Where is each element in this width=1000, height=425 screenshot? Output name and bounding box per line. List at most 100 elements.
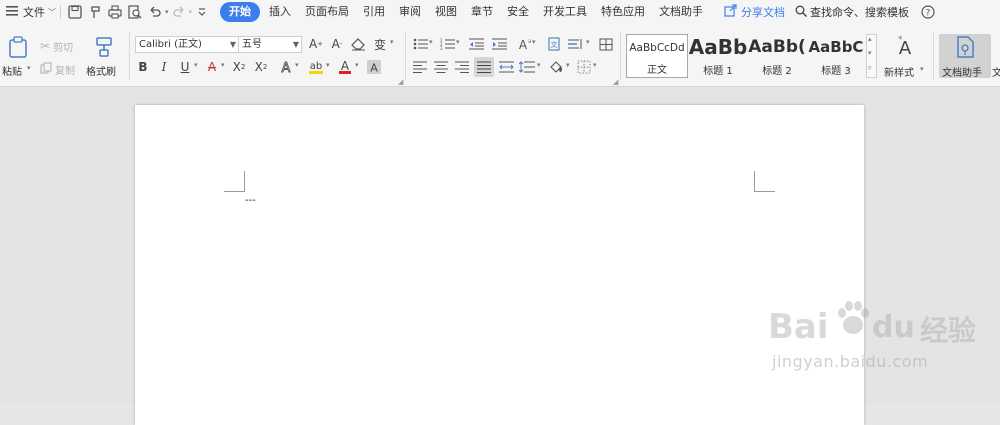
format-brush-icon[interactable] — [86, 3, 104, 21]
paragraph-spacing-icon[interactable] — [519, 59, 535, 75]
tab-page-layout[interactable]: 页面布局 — [298, 2, 356, 22]
chevron-down-icon[interactable]: ▾ — [221, 61, 225, 69]
chevron-down-icon[interactable]: ▾ — [194, 61, 198, 69]
svg-text:A: A — [282, 61, 291, 74]
font-color-icon[interactable]: A — [337, 59, 353, 75]
styles-scroll[interactable]: ▴ ▾ ▿ — [866, 34, 877, 78]
distribute-icon[interactable] — [498, 59, 514, 75]
undo-icon[interactable] — [146, 3, 164, 21]
chevron-down-icon: ﹀ — [48, 7, 56, 17]
bullet-list-icon[interactable] — [412, 36, 428, 52]
chevron-down-icon[interactable]: ▾ — [566, 61, 570, 69]
document-text[interactable]: --- — [245, 195, 256, 206]
font-dialog-launcher-icon[interactable]: ◢ — [398, 78, 403, 86]
style-heading-1[interactable]: AaBb 标题 1 — [688, 34, 748, 78]
style-heading-3[interactable]: AaBbC 标题 3 — [806, 34, 866, 78]
subscript-icon[interactable]: X2 — [253, 59, 269, 75]
save-icon[interactable] — [66, 3, 84, 21]
tab-chapter[interactable]: 章节 — [464, 2, 500, 22]
doc-helper-button[interactable]: 文档助手 — [939, 34, 991, 79]
command-search[interactable]: 查找命令、搜索模板 — [795, 4, 909, 20]
tab-special-apps[interactable]: 特色应用 — [594, 2, 652, 22]
cut-button[interactable]: ✂ 剪切 — [40, 38, 73, 54]
svg-text:A: A — [370, 62, 378, 75]
change-case-icon[interactable]: Aa — [515, 36, 531, 52]
italic-icon[interactable]: I — [156, 59, 172, 75]
more-styles-icon[interactable]: ▿ — [868, 64, 872, 72]
chevron-down-icon[interactable]: ▾ — [532, 38, 536, 46]
chevron-up-icon[interactable]: ▴ — [868, 35, 872, 43]
style-heading-2[interactable]: AaBb( 标题 2 — [748, 34, 806, 78]
chevron-down-icon[interactable]: ▾ — [390, 38, 394, 46]
chevron-down-icon[interactable]: ▾ — [586, 38, 590, 46]
bold-icon[interactable]: B — [135, 59, 151, 75]
copy-button[interactable]: 复制 — [40, 61, 75, 77]
chevron-down-icon[interactable]: ▾ — [868, 49, 872, 57]
grow-font-icon[interactable]: A + — [308, 36, 324, 52]
increase-indent-icon[interactable] — [491, 36, 507, 52]
redo-dropdown-icon[interactable]: ▾ — [189, 8, 193, 16]
decrease-indent-icon[interactable] — [468, 36, 484, 52]
tab-review[interactable]: 审阅 — [392, 2, 428, 22]
new-style-label: 新样式 — [884, 68, 914, 79]
chevron-down-icon[interactable]: ▾ — [593, 61, 597, 69]
customize-quick-access-icon[interactable] — [193, 3, 211, 21]
shrink-font-icon[interactable]: A- — [329, 36, 345, 52]
table-grid-icon[interactable] — [598, 36, 614, 52]
share-icon — [724, 4, 738, 20]
undo-dropdown-icon[interactable]: ▾ — [165, 8, 169, 16]
numbered-list-icon[interactable]: 123 — [439, 36, 455, 52]
doc-helper-extra-label: 文 — [992, 68, 1000, 79]
highlight-icon[interactable]: ab — [308, 59, 324, 75]
style-name: 正文 — [647, 65, 667, 76]
tab-insert[interactable]: 插入 — [262, 2, 298, 22]
document-page[interactable]: --- — [135, 105, 864, 425]
new-style-button[interactable]: A * 新样式 ▾ — [882, 34, 928, 79]
character-shading-icon[interactable]: A — [366, 59, 382, 75]
shading-fill-icon[interactable] — [548, 59, 564, 75]
tab-home[interactable]: 开始 — [220, 2, 261, 22]
line-spacing-icon[interactable] — [568, 36, 584, 52]
align-left-icon[interactable] — [412, 59, 428, 75]
chevron-down-icon[interactable]: ▾ — [537, 61, 541, 69]
chinese-layout-icon[interactable]: 文 — [546, 36, 562, 52]
tab-developer-tools[interactable]: 开发工具 — [536, 2, 594, 22]
paste-button[interactable]: 粘贴 ▾ — [2, 34, 32, 78]
tab-view[interactable]: 视图 — [428, 2, 464, 22]
tab-security[interactable]: 安全 — [500, 2, 536, 22]
underline-icon[interactable]: U — [177, 59, 193, 75]
clear-format-icon[interactable] — [350, 36, 366, 52]
font-name-select[interactable]: Calibri (正文) ▼ — [135, 36, 239, 53]
format-painter-button[interactable]: 格式刷 — [86, 34, 122, 78]
share-document-button[interactable]: 分享文档 — [724, 4, 785, 20]
chevron-down-icon: ▾ — [920, 65, 924, 73]
search-icon — [795, 5, 808, 20]
style-normal[interactable]: AaBbCcDd 正文 — [626, 34, 688, 78]
help-icon[interactable]: ? — [919, 3, 937, 21]
paragraph-dialog-launcher-icon[interactable]: ◢ — [613, 78, 618, 86]
tab-references[interactable]: 引用 — [356, 2, 392, 22]
phonetic-guide-icon[interactable]: 变 — [372, 36, 388, 52]
redo-icon[interactable] — [170, 3, 188, 21]
justify-icon[interactable] — [474, 57, 494, 77]
chevron-down-icon[interactable]: ▾ — [355, 61, 359, 69]
chevron-down-icon[interactable]: ▾ — [295, 61, 299, 69]
print-icon[interactable] — [106, 3, 124, 21]
superscript-icon[interactable]: X2 — [231, 59, 247, 75]
chevron-down-icon[interactable]: ▾ — [429, 38, 433, 46]
text-effect-icon[interactable]: A — [278, 59, 294, 75]
strikethrough-icon[interactable]: A — [204, 59, 220, 75]
print-preview-icon[interactable] — [126, 3, 144, 21]
divider — [60, 5, 61, 19]
tab-doc-assistant[interactable]: 文档助手 — [652, 2, 710, 22]
borders-icon[interactable] — [576, 59, 592, 75]
file-menu[interactable]: 文件 ﹀ — [6, 4, 56, 20]
chevron-down-icon[interactable]: ▾ — [456, 38, 460, 46]
align-right-icon[interactable] — [454, 59, 470, 75]
align-center-icon[interactable] — [433, 59, 449, 75]
divider — [620, 32, 621, 80]
menu-bar: 文件 ﹀ ▾ ▾ 开始 插入 页面布局 引用 审阅 视图 章节 安全 开发工具 … — [0, 0, 1000, 24]
font-size-select[interactable]: 五号 ▼ — [238, 36, 302, 53]
command-search-label: 查找命令、搜索模板 — [810, 6, 910, 19]
chevron-down-icon[interactable]: ▾ — [326, 61, 330, 69]
